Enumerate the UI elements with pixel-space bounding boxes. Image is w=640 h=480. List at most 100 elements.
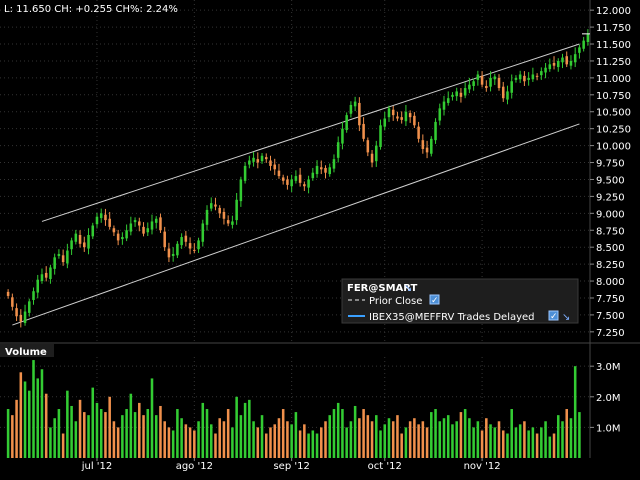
candle	[11, 293, 14, 311]
volume-bar	[451, 424, 454, 458]
volume-bar	[226, 409, 230, 458]
candle-body	[23, 311, 27, 324]
candle-body	[324, 167, 327, 173]
volume-bar	[375, 415, 378, 458]
candle	[332, 154, 336, 173]
candle	[28, 298, 31, 317]
price-tick-label: 11.500	[596, 40, 631, 51]
candle	[400, 111, 403, 124]
volume-bar	[99, 409, 103, 458]
candle	[243, 162, 247, 184]
volume-bar	[463, 409, 467, 458]
legend-prior-close-label: Prior Close	[369, 296, 422, 307]
volume-bar	[184, 424, 188, 458]
volume-bar	[379, 430, 382, 458]
candle	[184, 230, 188, 247]
candle-body	[104, 214, 107, 221]
price-tick-label: 7.500	[596, 311, 625, 322]
candle-body	[138, 221, 141, 226]
price-tick-label: 11.000	[596, 74, 631, 85]
candle-body	[336, 142, 340, 158]
candle	[476, 70, 480, 86]
volume-bar	[180, 418, 183, 458]
candle-body	[472, 81, 475, 87]
price-tick-label: 10.250	[596, 125, 631, 136]
candle-body	[226, 220, 230, 224]
candle	[138, 217, 141, 232]
candle-body	[159, 217, 162, 231]
candle-body	[40, 274, 44, 282]
volume-bar	[218, 418, 221, 458]
volume-bar	[83, 412, 86, 458]
volume-bar	[497, 421, 501, 458]
candle-body	[489, 77, 492, 87]
volume-bar	[95, 402, 99, 458]
volume-bar	[493, 427, 497, 458]
candle	[159, 213, 162, 233]
candle-body	[201, 223, 205, 242]
candle	[303, 181, 306, 191]
candle	[78, 230, 82, 248]
candle	[514, 75, 518, 83]
volume-bar	[108, 396, 111, 458]
volume-bar	[294, 412, 298, 458]
price-tick-label: 7.250	[596, 328, 625, 339]
candle	[87, 228, 90, 255]
pointer-icon[interactable]: ↘	[404, 283, 412, 294]
candle-body	[430, 138, 433, 154]
volume-bar	[188, 427, 192, 458]
volume-bar	[159, 405, 162, 458]
volume-bar	[455, 421, 458, 458]
candle-body	[556, 60, 560, 68]
prior-close-checkbox[interactable]: ✓	[429, 294, 440, 306]
candle-body	[125, 230, 128, 239]
volume-bar	[11, 415, 14, 458]
volume-bar	[235, 396, 238, 458]
candle	[163, 226, 166, 251]
volume-bar	[222, 421, 226, 458]
candle-body	[413, 115, 416, 126]
candle	[53, 253, 56, 275]
candle	[565, 51, 568, 68]
volume-bar	[273, 424, 276, 458]
volume-bar	[400, 433, 403, 458]
candle-body	[404, 111, 408, 122]
candle-body	[252, 157, 255, 162]
candle-body	[320, 167, 323, 170]
volume-bar	[176, 409, 179, 458]
candle	[485, 80, 488, 92]
candle	[188, 237, 192, 255]
candle	[370, 150, 374, 168]
candle-body	[6, 291, 10, 296]
volume-bar	[506, 433, 509, 458]
candle	[74, 229, 78, 245]
volume-bar	[438, 421, 442, 458]
volume-bar	[311, 430, 315, 458]
candle-body	[298, 174, 302, 183]
volume-bar	[61, 433, 65, 458]
volume-bar	[146, 409, 150, 458]
volume-bar	[578, 412, 581, 458]
candle	[222, 208, 226, 225]
candle	[116, 229, 120, 246]
candle	[311, 167, 315, 181]
ibex-checkbox[interactable]: ✓	[548, 310, 559, 322]
candle-body	[434, 121, 437, 141]
candle	[248, 155, 251, 169]
volume-bar	[430, 412, 433, 458]
volume-bar	[573, 366, 577, 458]
volume-bar	[446, 415, 450, 458]
candle	[294, 170, 298, 184]
candle	[91, 222, 95, 240]
candle-body	[307, 179, 310, 188]
volume-bar	[391, 421, 395, 458]
svg-text:✓: ✓	[431, 296, 439, 306]
volume-bar	[485, 418, 488, 458]
date-tick-label: nov '12	[464, 461, 501, 472]
price-tick-label: 8.000	[596, 277, 625, 288]
volume-bar	[320, 427, 323, 458]
price-tick-label: 9.000	[596, 209, 625, 220]
candle	[383, 111, 387, 131]
candle	[455, 87, 458, 101]
pointer-icon-2[interactable]: ↘	[562, 312, 570, 323]
